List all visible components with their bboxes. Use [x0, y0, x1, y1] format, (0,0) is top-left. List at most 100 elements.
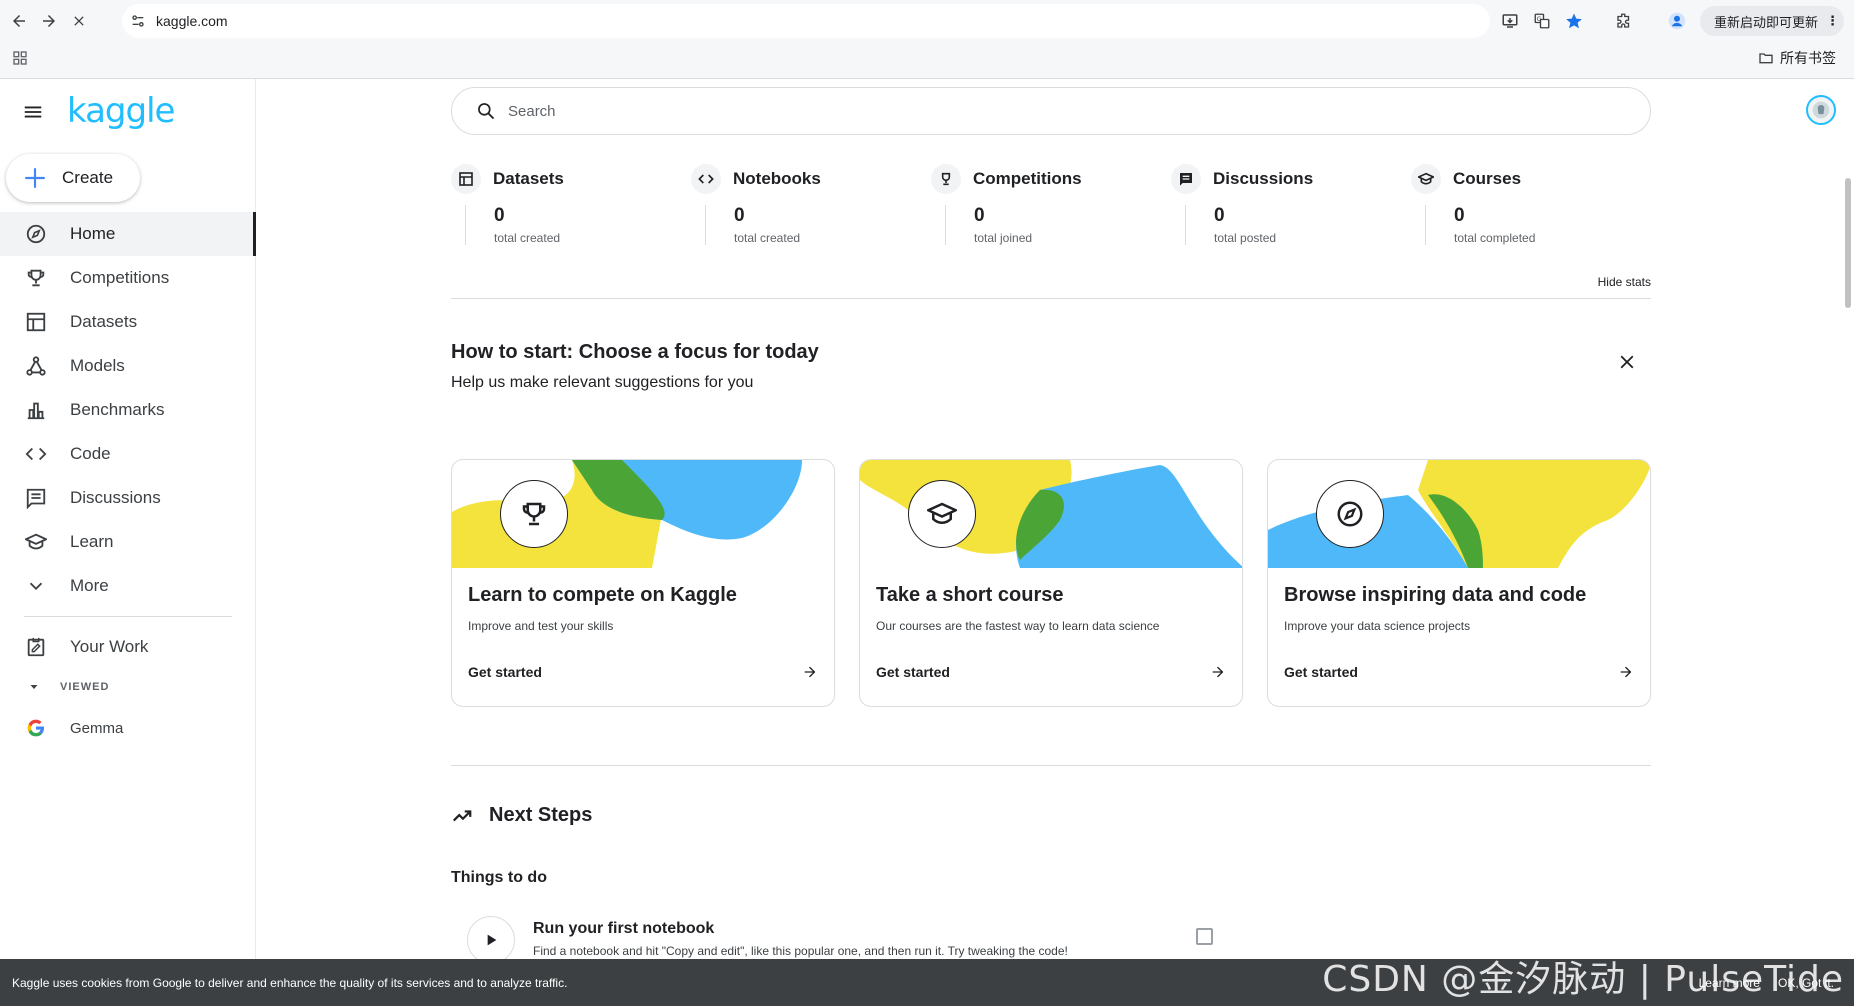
trending-up-icon	[452, 809, 472, 821]
card-title: Take a short course	[876, 584, 1064, 606]
sidebar-item-benchmarks[interactable]: Benchmarks	[0, 388, 256, 432]
stat-caption: total posted	[1214, 231, 1277, 245]
apps-grid-icon[interactable]	[12, 50, 28, 66]
get-started-link[interactable]: Get started	[876, 664, 950, 680]
your-work-section: Your Work VIEWED Gemma	[0, 625, 256, 751]
sidebar-divider	[24, 616, 232, 617]
sidebar-item-models[interactable]: Models	[0, 344, 256, 388]
sidebar-item-label: Learn	[70, 532, 114, 551]
stat-title: Notebooks	[733, 169, 821, 188]
next-steps-header: Next Steps	[451, 804, 592, 827]
sidebar-item-datasets[interactable]: Datasets	[0, 300, 256, 344]
plus-icon	[25, 168, 45, 188]
install-app-icon[interactable]	[1497, 8, 1523, 34]
trophy-icon	[500, 480, 568, 548]
arrow-right-icon[interactable]	[1210, 664, 1226, 680]
table-icon	[24, 310, 48, 334]
extensions-icon[interactable]	[1611, 8, 1637, 34]
sidebar-item-more[interactable]: More	[0, 564, 256, 608]
todo-title: Run your first notebook	[533, 920, 715, 937]
sidebar-item-label: More	[70, 576, 109, 595]
arrow-right-icon[interactable]	[1618, 664, 1634, 680]
stat-title: Discussions	[1213, 169, 1314, 188]
stat-caption: total completed	[1454, 231, 1536, 245]
profile-icon[interactable]	[1664, 8, 1690, 34]
back-button[interactable]	[5, 7, 33, 35]
viewed-toggle[interactable]: VIEWED	[0, 669, 256, 705]
school-icon	[24, 530, 48, 554]
menu-dots-icon: ⋮	[1826, 13, 1840, 28]
card-browse[interactable]: Browse inspiring data and code Improve y…	[1267, 459, 1651, 707]
stat-competitions[interactable]: Competitions 0 total joined	[931, 164, 1161, 245]
stat-notebooks[interactable]: Notebooks 0 total created	[691, 164, 921, 245]
sidebar-item-your-work[interactable]: Your Work	[0, 625, 256, 669]
todo-checkbox[interactable]	[1196, 928, 1213, 945]
sidebar-item-learn[interactable]: Learn	[0, 520, 256, 564]
close-focus-button[interactable]	[1616, 351, 1638, 373]
stat-title: Courses	[1453, 169, 1522, 188]
stat-discussions[interactable]: Discussions 0 total posted	[1171, 164, 1401, 245]
stat-value: 0	[974, 205, 985, 226]
scrollbar[interactable]	[1845, 178, 1851, 308]
stat-caption: total joined	[974, 231, 1033, 245]
viewed-item-label: Gemma	[70, 719, 124, 737]
sidebar-item-home[interactable]: Home	[0, 212, 256, 256]
watermark: CSDN @金汐脉动 | PulseTide	[1322, 959, 1844, 1000]
address-bar[interactable]: kaggle.com	[122, 4, 1490, 38]
sidebar-item-code[interactable]: Code	[0, 432, 256, 476]
menu-icon[interactable]	[22, 101, 44, 123]
arrow-right-icon[interactable]	[802, 664, 818, 680]
play-icon[interactable]	[467, 916, 515, 964]
all-bookmarks[interactable]: 所有书签	[1758, 48, 1836, 68]
forward-button[interactable]	[35, 7, 63, 35]
site-settings-icon[interactable]	[130, 13, 146, 29]
search-bar[interactable]	[451, 87, 1651, 135]
sidebar-item-label: Your Work	[70, 637, 149, 656]
code-icon	[24, 442, 48, 466]
sidebar-item-competitions[interactable]: Competitions	[0, 256, 256, 300]
code-icon	[691, 164, 721, 194]
cookie-text: Kaggle uses cookies from Google to deliv…	[12, 975, 568, 990]
bookmark-star-icon[interactable]	[1561, 8, 1587, 34]
google-g-icon	[24, 716, 48, 740]
kaggle-logo[interactable]: kaggle	[67, 91, 175, 131]
create-button[interactable]: Create	[6, 154, 140, 202]
folder-icon	[1759, 53, 1773, 64]
stat-datasets[interactable]: Datasets 0 total created	[451, 164, 681, 245]
update-button[interactable]: 重新启动即可更新 ⋮	[1700, 6, 1844, 36]
models-icon	[24, 354, 48, 378]
school-icon	[1411, 164, 1441, 194]
bookmarks-label: 所有书签	[1780, 50, 1836, 66]
update-label: 重新启动即可更新	[1714, 14, 1819, 30]
stat-courses[interactable]: Courses 0 total completed	[1411, 164, 1641, 245]
translate-icon[interactable]: G	[1529, 8, 1555, 34]
card-description: Improve and test your skills	[468, 619, 614, 633]
sidebar-item-label: Competitions	[70, 268, 170, 287]
sidebar-item-label: Code	[70, 444, 111, 463]
hide-stats-link[interactable]: Hide stats	[1598, 275, 1651, 289]
chevron-down-icon	[24, 574, 48, 598]
get-started-link[interactable]: Get started	[1284, 664, 1358, 680]
sidebar-item-discussions[interactable]: Discussions	[0, 476, 256, 520]
search-input[interactable]	[508, 102, 1608, 120]
card-course[interactable]: Take a short course Our courses are the …	[859, 459, 1243, 707]
card-compete[interactable]: Learn to compete on Kaggle Improve and t…	[451, 459, 835, 707]
stat-value: 0	[494, 205, 505, 226]
avatar[interactable]	[1806, 95, 1836, 125]
compass-icon	[1316, 480, 1384, 548]
sidebar-item-label: Models	[70, 356, 125, 375]
arrow-left-icon	[13, 15, 25, 27]
divider	[451, 765, 1651, 766]
discussion-icon	[24, 486, 48, 510]
close-icon	[1620, 355, 1634, 369]
stat-value: 0	[734, 205, 745, 226]
stat-caption: total created	[494, 231, 561, 245]
stat-title: Competitions	[973, 169, 1082, 188]
stop-loading-button[interactable]	[65, 7, 93, 35]
get-started-link[interactable]: Get started	[468, 664, 542, 680]
sidebar: kaggle Create Home Competitions Datasets…	[0, 79, 256, 959]
viewed-item-gemma[interactable]: Gemma	[0, 705, 256, 751]
focus-cards: Learn to compete on Kaggle Improve and t…	[451, 459, 1651, 707]
stat-value: 0	[1214, 205, 1225, 226]
todo-description: Find a notebook and hit "Copy and edit",…	[533, 944, 1068, 958]
